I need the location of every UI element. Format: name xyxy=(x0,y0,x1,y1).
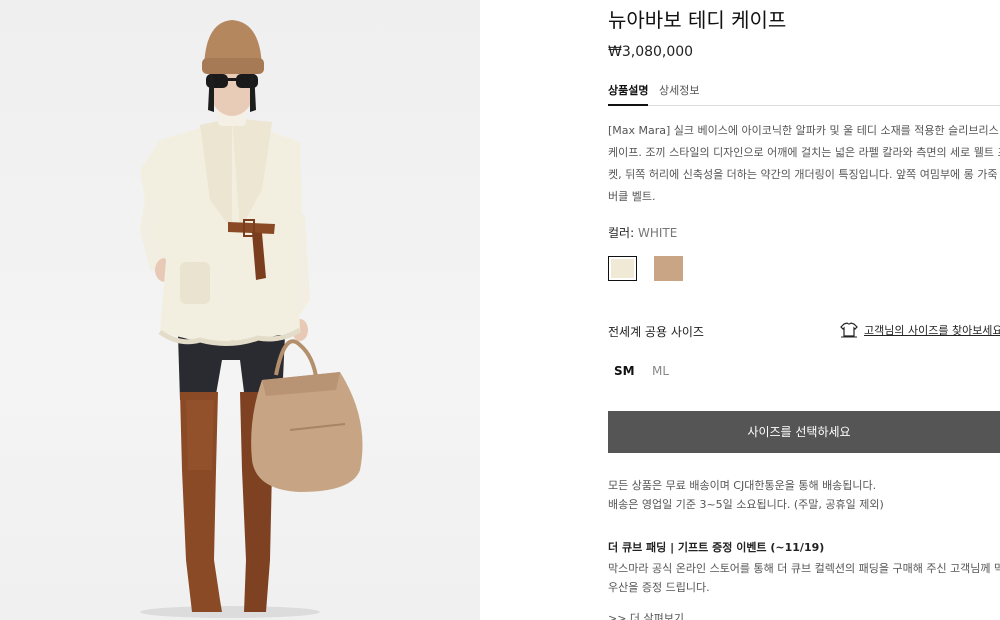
size-option-sm[interactable]: SM xyxy=(614,364,635,378)
color-label: 컬러: WHITE xyxy=(608,224,677,241)
see-more-link[interactable]: >> 더 살펴보기 xyxy=(608,610,684,620)
select-size-button[interactable]: 사이즈를 선택하세요 xyxy=(608,411,1000,453)
color-swatch-camel[interactable] xyxy=(654,256,683,281)
model-illustration xyxy=(140,20,363,618)
product-image[interactable] xyxy=(0,0,480,620)
color-swatch-white[interactable] xyxy=(608,256,637,281)
event-body: 막스마라 공식 온라인 스토어를 통해 더 큐브 컬렉션의 패딩을 구매해 주신… xyxy=(608,562,1000,594)
color-label-text: 컬러: xyxy=(608,226,635,240)
hanger-shirt-icon xyxy=(840,322,858,338)
product-description: [Max Mara] 실크 베이스에 아이코닉한 알파카 및 울 테디 소재를 … xyxy=(608,124,1000,203)
shipping-info: 모든 상품은 무료 배송이며 CJ대한통운을 통해 배송됩니다. 배송은 영업일… xyxy=(608,479,884,511)
swatch-fill-camel xyxy=(654,256,683,281)
color-value: WHITE xyxy=(637,226,678,240)
event-title: 더 큐브 패딩 | 기프트 증정 이벤트 (~11/19) xyxy=(608,541,825,554)
info-tabs: 상품설명 상세정보 xyxy=(608,82,1000,106)
size-guide-link[interactable]: 고객님의 사이즈를 찾아보세요 xyxy=(839,322,1000,338)
swatch-fill-white xyxy=(611,259,634,278)
size-guide-text: 고객님의 사이즈를 찾아보세요 xyxy=(864,324,1000,337)
tab-details[interactable]: 상세정보 xyxy=(659,82,699,104)
product-price: ₩3,080,000 xyxy=(608,44,694,60)
size-label: 전세계 공용 사이즈 xyxy=(608,325,704,339)
size-option-ml[interactable]: ML xyxy=(652,364,669,378)
product-title: 뉴아바보 테디 케이프 xyxy=(608,8,787,32)
product-info: 뉴아바보 테디 케이프 ₩3,080,000 상품설명 상세정보 [Max Ma… xyxy=(608,0,1000,620)
tab-description[interactable]: 상품설명 xyxy=(608,82,649,106)
